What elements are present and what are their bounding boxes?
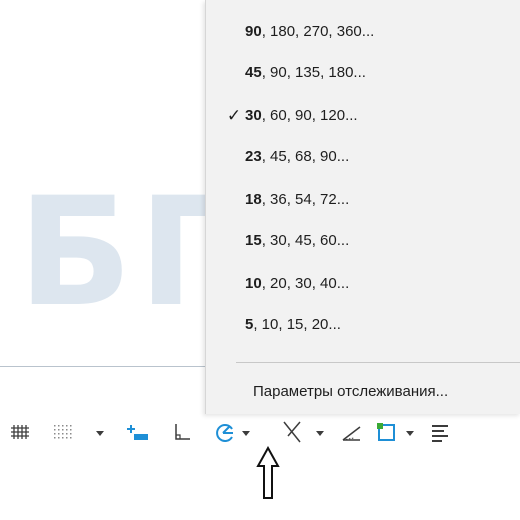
menu-item-angle-45[interactable]: 45, 90, 135, 180... — [206, 53, 520, 93]
object-snap-tracking-icon[interactable] — [340, 415, 364, 449]
dropdown-arrow-icon[interactable] — [240, 415, 252, 449]
status-bar-toolbar — [0, 415, 520, 449]
menu-separator — [236, 362, 520, 363]
menu-item-label: 10, 20, 30, 40... — [245, 275, 350, 292]
polar-angle-menu: 90, 180, 270, 360... 45, 90, 135, 180...… — [205, 0, 520, 414]
menu-item-label: 18, 36, 54, 72... — [245, 191, 350, 208]
dropdown-arrow-icon[interactable] — [94, 415, 106, 449]
ortho-mode-icon[interactable] — [170, 415, 194, 449]
dropdown-arrow-icon[interactable] — [314, 415, 326, 449]
lineweight-icon[interactable] — [430, 415, 452, 449]
menu-item-label: Параметры отслеживания... — [253, 383, 449, 400]
polar-tracking-icon[interactable] — [210, 415, 238, 449]
screenshot-stage: БГАРФ 90, 180, 270, 360... 45, 90, 135, … — [0, 0, 520, 520]
menu-item-angle-30[interactable]: ✓ 30, 60, 90, 120... — [206, 96, 520, 136]
menu-item-angle-5[interactable]: 5, 10, 15, 20... — [206, 305, 520, 345]
menu-item-label: 30, 60, 90, 120... — [245, 107, 358, 124]
menu-item-angle-18[interactable]: 18, 36, 54, 72... — [206, 180, 520, 220]
menu-item-tracking-settings[interactable]: Параметры отслеживания... — [206, 372, 520, 412]
menu-item-label: 15, 30, 45, 60... — [245, 232, 350, 249]
menu-item-label: 23, 45, 68, 90... — [245, 148, 350, 165]
menu-item-label: 90, 180, 270, 360... — [245, 23, 375, 40]
menu-item-angle-90[interactable]: 90, 180, 270, 360... — [206, 12, 520, 52]
menu-item-angle-15[interactable]: 15, 30, 45, 60... — [206, 221, 520, 261]
up-arrow-pointer-icon — [256, 445, 280, 505]
menu-item-label: 45, 90, 135, 180... — [245, 64, 366, 81]
menu-item-angle-23[interactable]: 23, 45, 68, 90... — [206, 137, 520, 177]
menu-item-angle-10[interactable]: 10, 20, 30, 40... — [206, 264, 520, 304]
isometric-drafting-icon[interactable] — [280, 415, 304, 449]
menu-item-label: 5, 10, 15, 20... — [245, 316, 341, 333]
check-icon: ✓ — [226, 106, 242, 126]
dropdown-arrow-icon[interactable] — [404, 415, 416, 449]
snap-grid-icon[interactable] — [52, 415, 76, 449]
object-snap-icon[interactable] — [374, 415, 400, 449]
grid-display-icon[interactable] — [10, 415, 34, 449]
dynamic-input-icon[interactable] — [124, 415, 152, 449]
